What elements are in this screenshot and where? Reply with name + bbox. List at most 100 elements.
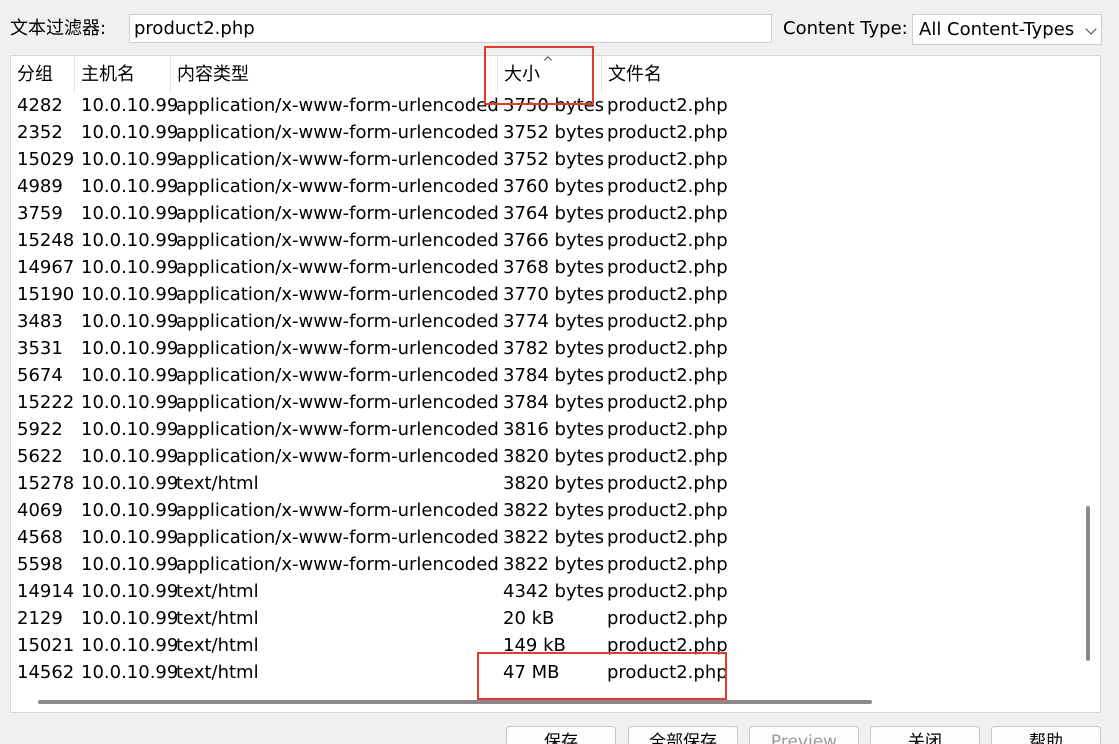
cell-size: 20 kB <box>503 608 555 629</box>
cell-packet: 4568 <box>17 527 63 548</box>
cell-content-type: application/x-www-form-urlencoded <box>176 203 498 224</box>
cell-hostname: 10.0.10.99 <box>81 392 177 413</box>
cell-content-type: application/x-www-form-urlencoded <box>176 554 498 575</box>
save-all-button[interactable]: 全部保存 <box>628 726 738 744</box>
cell-packet: 15222 <box>17 392 75 413</box>
cell-size: 3820 bytes <box>503 473 603 494</box>
column-header-packet[interactable]: 分组 <box>11 56 75 93</box>
cell-filename: product2.php <box>607 176 728 197</box>
help-button[interactable]: 帮助 <box>991 726 1101 744</box>
column-header-content-type[interactable]: 内容类型 <box>171 56 498 93</box>
table-row[interactable]: 4568 10.0.10.99 application/x-www-form-url… <box>11 524 1077 551</box>
cell-packet: 5922 <box>17 419 63 440</box>
table-row[interactable]: 14562 10.0.10.99 text/html 47 MB product2.ph… <box>11 659 1077 686</box>
cell-packet: 2352 <box>17 122 63 143</box>
cell-filename: product2.php <box>607 500 728 521</box>
table-row[interactable]: 15222 10.0.10.99 application/x-www-form-ur… <box>11 389 1077 416</box>
cell-hostname: 10.0.10.99 <box>81 608 177 629</box>
cell-size: 4342 bytes <box>503 581 603 602</box>
content-type-select[interactable]: All Content-Types <box>912 14 1102 45</box>
cell-content-type: application/x-www-form-urlencoded <box>176 500 498 521</box>
content-type-value: All Content-Types <box>919 19 1075 40</box>
vertical-scrollbar[interactable] <box>1086 506 1090 661</box>
cell-content-type: text/html <box>176 581 259 602</box>
table-row[interactable]: 4989 10.0.10.99 application/x-www-form-url… <box>11 173 1077 200</box>
cell-packet: 4989 <box>17 176 63 197</box>
cell-filename: product2.php <box>607 149 728 170</box>
cell-size: 149 kB <box>503 635 566 656</box>
cell-size: 3820 bytes <box>503 446 603 467</box>
table-row[interactable]: 2129 10.0.10.99 text/html 20 kB product2.php <box>11 605 1077 632</box>
cell-packet: 3759 <box>17 203 63 224</box>
text-filter-label: 文本过滤器: <box>10 18 107 39</box>
cell-hostname: 10.0.10.99 <box>81 527 177 548</box>
table-row[interactable]: 5598 10.0.10.99 application/x-www-form-url… <box>11 551 1077 578</box>
cell-filename: product2.php <box>607 473 728 494</box>
cell-hostname: 10.0.10.99 <box>81 230 177 251</box>
table-row[interactable]: 15190 10.0.10.99 application/x-www-form-ur… <box>11 281 1077 308</box>
table-row[interactable]: 14914 10.0.10.99 text/html 4342 bytes produc… <box>11 578 1077 605</box>
cell-packet: 4069 <box>17 500 63 521</box>
table-row[interactable]: 15021 10.0.10.99 text/html 149 kB product2.p… <box>11 632 1077 659</box>
cell-hostname: 10.0.10.99 <box>81 581 177 602</box>
save-button[interactable]: 保存 <box>506 726 616 744</box>
table-row[interactable]: 3759 10.0.10.99 application/x-www-form-url… <box>11 200 1077 227</box>
close-button[interactable]: 关闭 <box>870 726 980 744</box>
cell-filename: product2.php <box>607 365 728 386</box>
cell-filename: product2.php <box>607 203 728 224</box>
cell-packet: 15248 <box>17 230 75 251</box>
cell-packet: 3483 <box>17 311 63 332</box>
table-row[interactable]: 4282 10.0.10.99 application/x-www-form-url… <box>11 92 1077 119</box>
cell-content-type: application/x-www-form-urlencoded <box>176 230 498 251</box>
cell-hostname: 10.0.10.99 <box>81 311 177 332</box>
preview-button[interactable]: Preview <box>749 726 859 744</box>
cell-packet: 4282 <box>17 95 63 116</box>
cell-content-type: application/x-www-form-urlencoded <box>176 176 498 197</box>
table-row[interactable]: 3531 10.0.10.99 application/x-www-form-url… <box>11 335 1077 362</box>
column-header-filename[interactable]: 文件名 <box>602 56 1077 93</box>
cell-filename: product2.php <box>607 284 728 305</box>
table-row[interactable]: 15278 10.0.10.99 text/html 3820 bytes produc… <box>11 470 1077 497</box>
table-row[interactable]: 15248 10.0.10.99 application/x-www-form-ur… <box>11 227 1077 254</box>
cell-content-type: text/html <box>176 608 259 629</box>
cell-hostname: 10.0.10.99 <box>81 473 177 494</box>
column-header-size[interactable]: 大小 ^ <box>498 56 602 93</box>
cell-filename: product2.php <box>607 338 728 359</box>
cell-filename: product2.php <box>607 554 728 575</box>
cell-content-type: text/html <box>176 635 259 656</box>
cell-filename: product2.php <box>607 635 728 656</box>
table-header: 分组 主机名 内容类型 大小 ^ 文件名 <box>11 56 1077 93</box>
table-row[interactable]: 15029 10.0.10.99 application/x-www-form-ur… <box>11 146 1077 173</box>
cell-content-type: application/x-www-form-urlencoded <box>176 149 498 170</box>
table-row[interactable]: 4069 10.0.10.99 application/x-www-form-url… <box>11 497 1077 524</box>
cell-size: 3766 bytes <box>503 230 603 251</box>
cell-hostname: 10.0.10.99 <box>81 203 177 224</box>
cell-hostname: 10.0.10.99 <box>81 338 177 359</box>
content-type-label: Content Type: <box>783 18 908 39</box>
text-filter-input[interactable]: product2.php <box>129 14 772 43</box>
objects-table: 分组 主机名 内容类型 大小 ^ 文件名 4282 10.0.10.99 appli… <box>10 55 1101 713</box>
cell-packet: 5598 <box>17 554 63 575</box>
cell-packet: 5674 <box>17 365 63 386</box>
cell-hostname: 10.0.10.99 <box>81 419 177 440</box>
table-row[interactable]: 5674 10.0.10.99 application/x-www-form-url… <box>11 362 1077 389</box>
table-row[interactable]: 2352 10.0.10.99 application/x-www-form-url… <box>11 119 1077 146</box>
cell-size: 3760 bytes <box>503 176 603 197</box>
cell-packet: 15190 <box>17 284 75 305</box>
cell-content-type: application/x-www-form-urlencoded <box>176 95 498 116</box>
cell-filename: product2.php <box>607 419 728 440</box>
table-row[interactable]: 5922 10.0.10.99 application/x-www-form-url… <box>11 416 1077 443</box>
table-row[interactable]: 14967 10.0.10.99 application/x-www-form-ur… <box>11 254 1077 281</box>
cell-hostname: 10.0.10.99 <box>81 365 177 386</box>
cell-size: 3784 bytes <box>503 365 603 386</box>
cell-size: 3784 bytes <box>503 392 603 413</box>
cell-hostname: 10.0.10.99 <box>81 635 177 656</box>
cell-packet: 15021 <box>17 635 75 656</box>
table-row[interactable]: 3483 10.0.10.99 application/x-www-form-url… <box>11 308 1077 335</box>
horizontal-scrollbar[interactable] <box>38 700 872 704</box>
column-header-hostname[interactable]: 主机名 <box>75 56 171 93</box>
cell-size: 3768 bytes <box>503 257 603 278</box>
cell-size: 3752 bytes <box>503 122 603 143</box>
cell-content-type: application/x-www-form-urlencoded <box>176 419 498 440</box>
table-row[interactable]: 5622 10.0.10.99 application/x-www-form-url… <box>11 443 1077 470</box>
